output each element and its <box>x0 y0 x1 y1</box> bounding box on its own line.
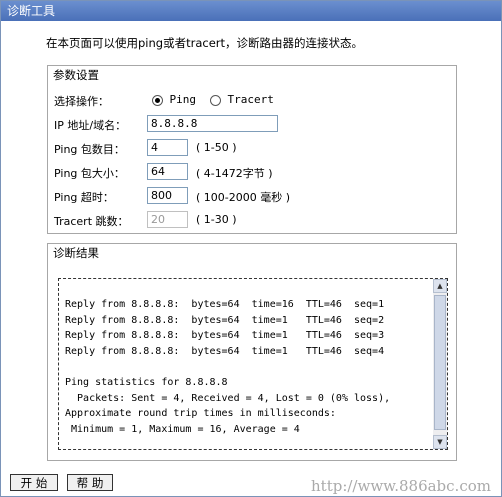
operation-label: 选择操作： <box>54 95 109 108</box>
params-fieldset: 参数设置 选择操作： Ping Tracert IP 地址/域名： 8.8.8.… <box>47 65 457 234</box>
result-line: Reply from 8.8.8.8: bytes=64 time=16 TTL… <box>65 299 385 310</box>
results-scrollbar[interactable]: ▲ ▼ <box>433 279 447 449</box>
radio-ping-icon[interactable] <box>152 94 163 106</box>
result-line: Reply from 8.8.8.8: bytes=64 time=1 TTL=… <box>65 345 385 357</box>
ping-size-label: Ping 包大小： <box>54 167 125 180</box>
ping-size-hint: ( 4-1472字节 ) <box>196 167 273 180</box>
ping-timeout-input[interactable]: 800 <box>147 187 188 204</box>
ip-input[interactable]: 8.8.8.8 <box>147 115 278 132</box>
radio-tracert-icon[interactable] <box>210 94 221 106</box>
scroll-up-icon[interactable]: ▲ <box>433 279 447 293</box>
result-line: Minimum = 1, Maximum = 16, Average = 4 <box>65 423 300 435</box>
ping-timeout-label: Ping 超时： <box>54 191 114 204</box>
radio-tracert-label: Tracert <box>227 93 274 106</box>
ip-label: IP 地址/域名： <box>54 119 127 132</box>
results-textarea[interactable]: Reply from 8.8.8.8: bytes=64 time=16 TTL… <box>58 278 448 450</box>
results-legend: 诊断结果 <box>53 245 99 261</box>
ping-count-hint: ( 1-50 ) <box>196 141 237 154</box>
radio-ping[interactable]: Ping <box>152 93 196 106</box>
ping-size-input[interactable]: 64 <box>147 163 188 180</box>
window-title: 诊断工具 <box>1 1 501 21</box>
result-line <box>65 359 390 375</box>
radio-ping-label: Ping <box>169 93 197 106</box>
tracert-hops-input[interactable]: 20 <box>147 211 188 228</box>
start-button[interactable]: 开 始 <box>10 474 58 491</box>
radio-tracert[interactable]: Tracert <box>210 93 274 106</box>
ping-count-input[interactable]: 4 <box>147 139 188 156</box>
scroll-thumb[interactable] <box>434 295 446 430</box>
scroll-down-icon[interactable]: ▼ <box>433 435 447 449</box>
tracert-hops-hint: ( 1-30 ) <box>196 213 237 226</box>
results-fieldset: 诊断结果 Reply from 8.8.8.8: bytes=64 time=1… <box>47 243 457 461</box>
result-line: Reply from 8.8.8.8: bytes=64 time=1 TTL=… <box>65 314 385 326</box>
result-line: Packets: Sent = 4, Received = 4, Lost = … <box>65 392 391 404</box>
diagnostic-tool-window: 诊断工具 在本页面可以使用ping或者tracert，诊断路由器的连接状态。 参… <box>0 0 502 497</box>
tracert-hops-label: Tracert 跳数： <box>54 215 129 228</box>
help-button[interactable]: 帮 助 <box>67 474 113 491</box>
result-line: Approximate round trip times in millisec… <box>65 408 336 420</box>
intro-text: 在本页面可以使用ping或者tracert，诊断路由器的连接状态。 <box>46 36 363 50</box>
ping-timeout-hint: ( 100-2000 毫秒 ) <box>196 191 291 204</box>
result-line: Reply from 8.8.8.8: bytes=64 time=1 TTL=… <box>65 330 385 342</box>
results-lines: Reply from 8.8.8.8: bytes=64 time=16 TTL… <box>65 297 390 437</box>
result-line: Ping statistics for 8.8.8.8 <box>65 376 228 388</box>
ping-count-label: Ping 包数目： <box>54 143 125 156</box>
params-legend: 参数设置 <box>53 67 99 83</box>
watermark-text: http://www.886abc.com <box>311 477 491 495</box>
